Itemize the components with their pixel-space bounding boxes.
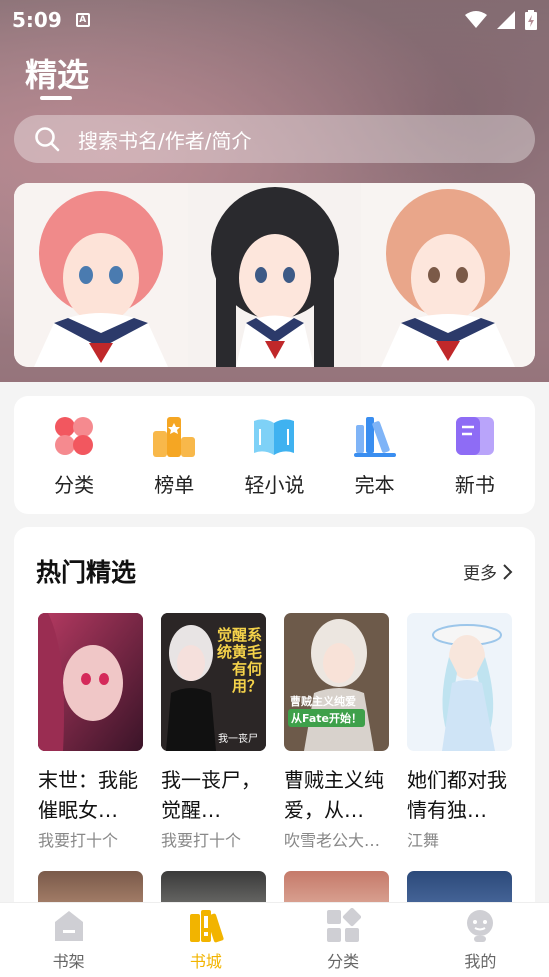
category-item-classify[interactable]: 分类: [34, 413, 114, 498]
banner-carousel[interactable]: [14, 183, 535, 367]
title-underline: [40, 96, 72, 100]
bottom-navigation: 书架 书城 分类 我的: [0, 902, 549, 977]
cover-subtitle-text: 从Fate开始！: [288, 709, 366, 727]
book-cover: [38, 613, 143, 751]
book-card[interactable]: 末世：我能催眠女… 我要打十个: [38, 613, 143, 851]
book-title: 她们都对我情有独…: [407, 768, 507, 822]
status-time: 5:09: [12, 8, 62, 32]
category-label: 榜单: [154, 472, 195, 497]
wifi-icon: [465, 11, 487, 28]
search-icon: [35, 127, 60, 152]
tab-label: 书架: [52, 952, 85, 971]
page-title: 精选: [25, 56, 90, 94]
open-book-icon: [254, 418, 295, 455]
tab-category[interactable]: 分类: [303, 908, 383, 972]
cover-title-text: 觉醒系统黄毛有何用？: [216, 627, 262, 695]
cover-title-text: 曹贼主义纯爱: [290, 695, 356, 708]
book-card[interactable]: 曹贼主义纯爱 从Fate开始！ 曹贼主义纯爱，从… 吹雪老公大…: [284, 613, 389, 851]
category-label: 完本: [354, 472, 395, 497]
category-label: 新书: [454, 472, 495, 497]
bookshelf-icon: [353, 416, 396, 457]
search-bar[interactable]: 搜索书名/作者/简介: [14, 115, 535, 163]
tab-label: 书城: [189, 952, 222, 971]
status-bar: 5:09 A: [0, 0, 549, 40]
tab-label: 我的: [464, 952, 497, 971]
category-item-ranking[interactable]: 榜单: [134, 413, 214, 498]
notification-icon: A: [75, 13, 90, 27]
chevron-right-icon: [503, 563, 513, 580]
ranking-icon: [153, 416, 196, 457]
book-author: 江舞: [407, 831, 440, 850]
tab-bookstore[interactable]: 书城: [166, 908, 246, 972]
book-card[interactable]: 她们都对我情有独… 江舞: [407, 613, 512, 851]
cover-subtitle-text: 我一丧尸: [218, 734, 258, 745]
tab-profile[interactable]: 我的: [440, 908, 520, 972]
bookstore-tab-icon: [189, 910, 224, 943]
book-author: 吹雪老公大…: [284, 831, 381, 850]
book-card[interactable]: 觉醒系统黄毛有何用？ 我一丧尸 我一丧尸，觉醒… 我要打十个: [161, 613, 266, 851]
book-title: 末世：我能催眠女…: [38, 768, 138, 822]
category-item-new-book[interactable]: 新书: [435, 413, 515, 498]
new-book-icon: [455, 416, 494, 455]
battery-icon: [525, 10, 537, 30]
category-label: 分类: [54, 472, 95, 497]
category-item-light-novel[interactable]: 轻小说: [234, 413, 314, 498]
category-tab-icon: [327, 908, 362, 942]
tab-bookshelf[interactable]: 书架: [29, 908, 109, 972]
book-author: 我要打十个: [38, 831, 119, 850]
signal-icon: [497, 11, 515, 29]
category-item-completed[interactable]: 完本: [335, 413, 415, 498]
category-label: 轻小说: [244, 472, 305, 497]
banner-character-image: [187, 183, 362, 367]
section-title: 热门精选: [36, 558, 137, 587]
more-label: 更多: [463, 564, 497, 584]
book-cover: 曹贼主义纯爱 从Fate开始！: [284, 613, 389, 751]
clover-icon: [55, 416, 94, 455]
book-author: 我要打十个: [161, 831, 242, 850]
banner-character-image: [14, 183, 188, 367]
more-link[interactable]: 更多: [463, 559, 513, 584]
search-placeholder: 搜索书名/作者/简介: [78, 128, 252, 153]
book-cover: [407, 613, 512, 751]
profile-tab-icon: [467, 910, 494, 942]
bookshelf-tab-icon: [54, 911, 83, 941]
book-cover: 觉醒系统黄毛有何用？ 我一丧尸: [161, 613, 266, 751]
category-shortcuts: 分类 榜单 轻小说 完本 新书: [14, 396, 535, 514]
banner-character-image: [361, 183, 535, 367]
book-title: 我一丧尸，觉醒…: [161, 768, 261, 822]
book-title: 曹贼主义纯爱，从…: [284, 768, 384, 822]
tab-label: 分类: [327, 952, 360, 971]
